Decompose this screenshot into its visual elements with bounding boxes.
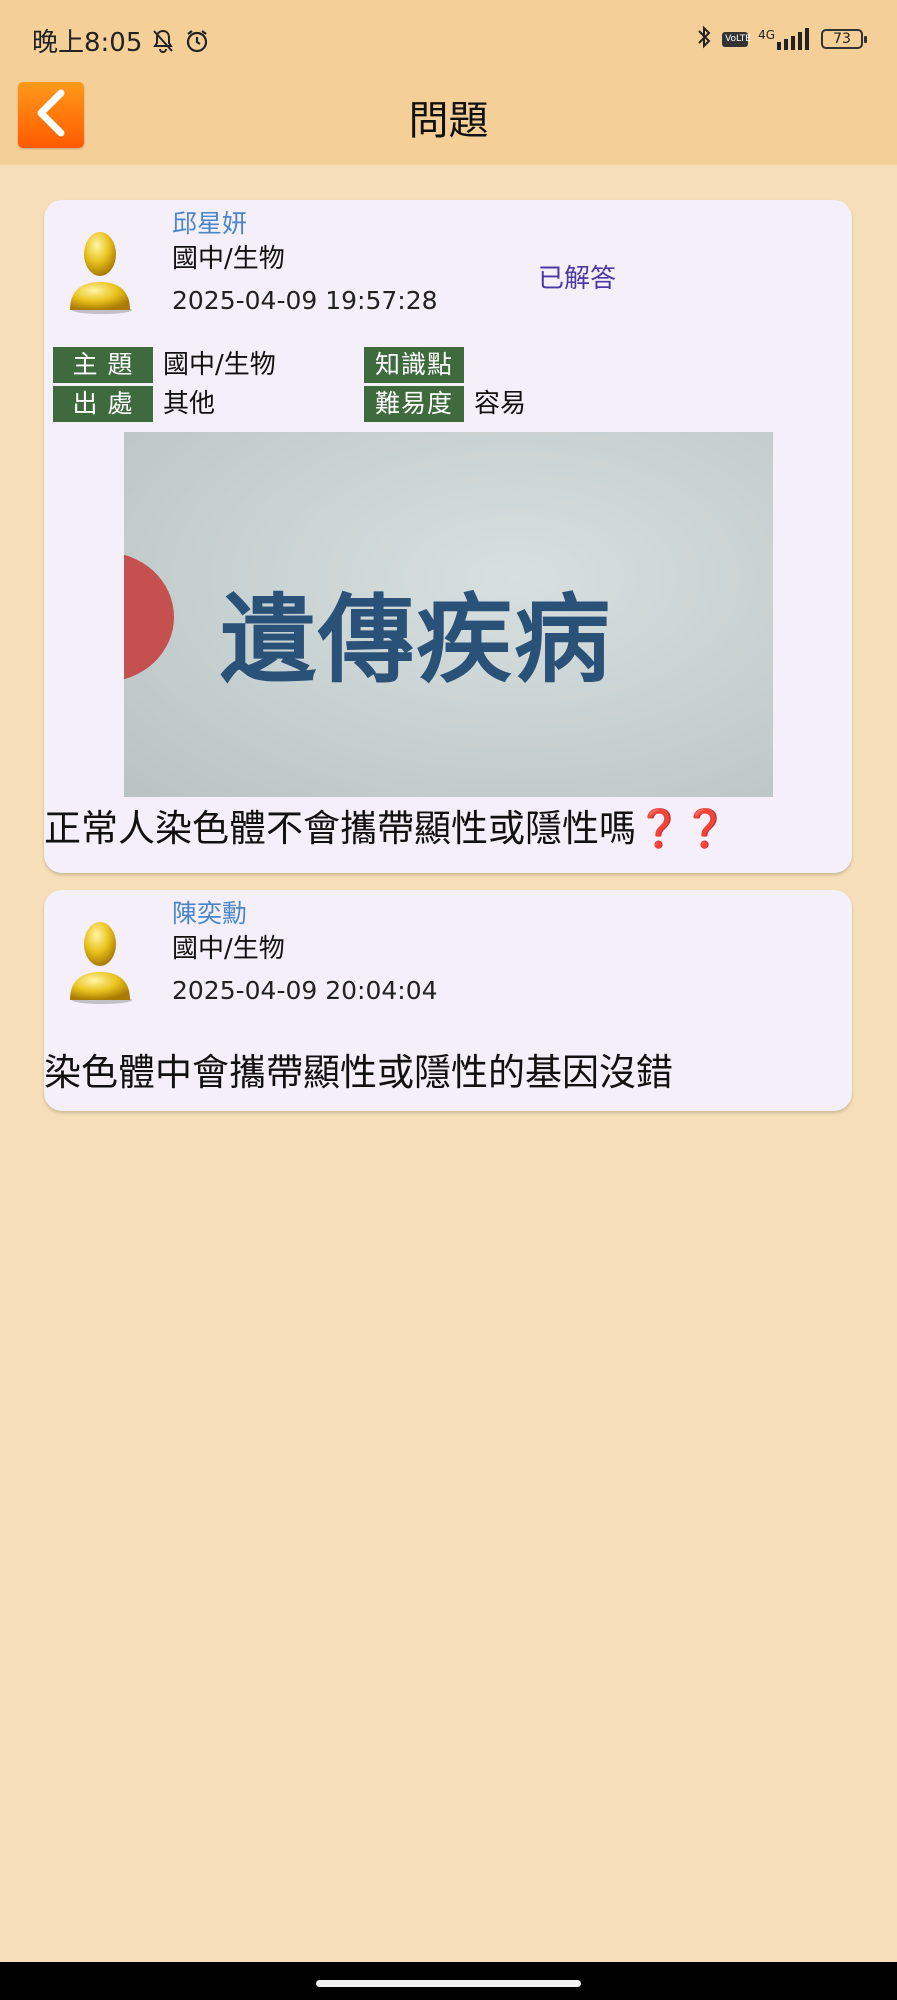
topic-label: 主 題 [53, 347, 153, 383]
reply-content: 染色體中會攜帶顯性或隱性的基因沒錯 [44, 1051, 673, 1094]
status-badge: 已解答 [538, 264, 617, 294]
mute-bell-icon [150, 28, 176, 54]
battery-level: 73 [833, 31, 851, 47]
status-bar-right: VoLTE 4G 73 [696, 24, 867, 54]
question-mark-emoji: ❓❓ [636, 807, 729, 850]
question-card[interactable]: 邱星妍 國中/生物 2025-04-09 19:57:28 已解答 主 題 國中… [44, 200, 852, 873]
question-subject: 國中/生物 [172, 244, 285, 274]
reply-subject: 國中/生物 [172, 934, 285, 964]
status-bar-left: 晚上8:05 [32, 22, 210, 59]
battery-icon: 73 [821, 29, 867, 49]
status-time: 晚上8:05 [32, 28, 143, 58]
image-text: 遺傳疾病 [220, 583, 612, 696]
source-label: 出 處 [53, 386, 153, 422]
question-text: 正常人染色體不會攜帶顯性或隱性嗎 [44, 807, 636, 850]
home-gesture-bar[interactable] [316, 1980, 581, 1987]
author-name[interactable]: 邱星妍 [172, 204, 247, 240]
reply-timestamp: 2025-04-09 20:04:04 [172, 976, 438, 1005]
user-avatar-icon [60, 224, 140, 314]
reply-author-name[interactable]: 陳奕勳 [172, 894, 247, 930]
question-content: 正常人染色體不會攜帶顯性或隱性嗎❓❓ [44, 798, 728, 852]
topic-value: 國中/生物 [163, 350, 276, 380]
signal-icon: 4G [758, 28, 811, 50]
difficulty-label: 難易度 [364, 386, 464, 422]
volte-label: VoLTE [725, 33, 751, 44]
volte-icon: VoLTE [722, 31, 751, 47]
knowledge-label: 知識點 [364, 347, 464, 383]
question-image[interactable]: 遺傳疾病 [124, 432, 773, 797]
image-red-shape [124, 552, 174, 682]
reply-card[interactable]: 陳奕勳 國中/生物 2025-04-09 20:04:04 染色體中會攜帶顯性或… [44, 890, 852, 1111]
page-title: 問題 [408, 98, 489, 144]
question-timestamp: 2025-04-09 19:57:28 [172, 286, 438, 315]
network-type: 4G [758, 28, 775, 42]
difficulty-value: 容易 [474, 389, 527, 419]
bluetooth-icon [696, 24, 712, 54]
alarm-clock-icon [184, 28, 210, 54]
source-value: 其他 [163, 389, 216, 419]
user-avatar-icon [60, 914, 140, 1004]
